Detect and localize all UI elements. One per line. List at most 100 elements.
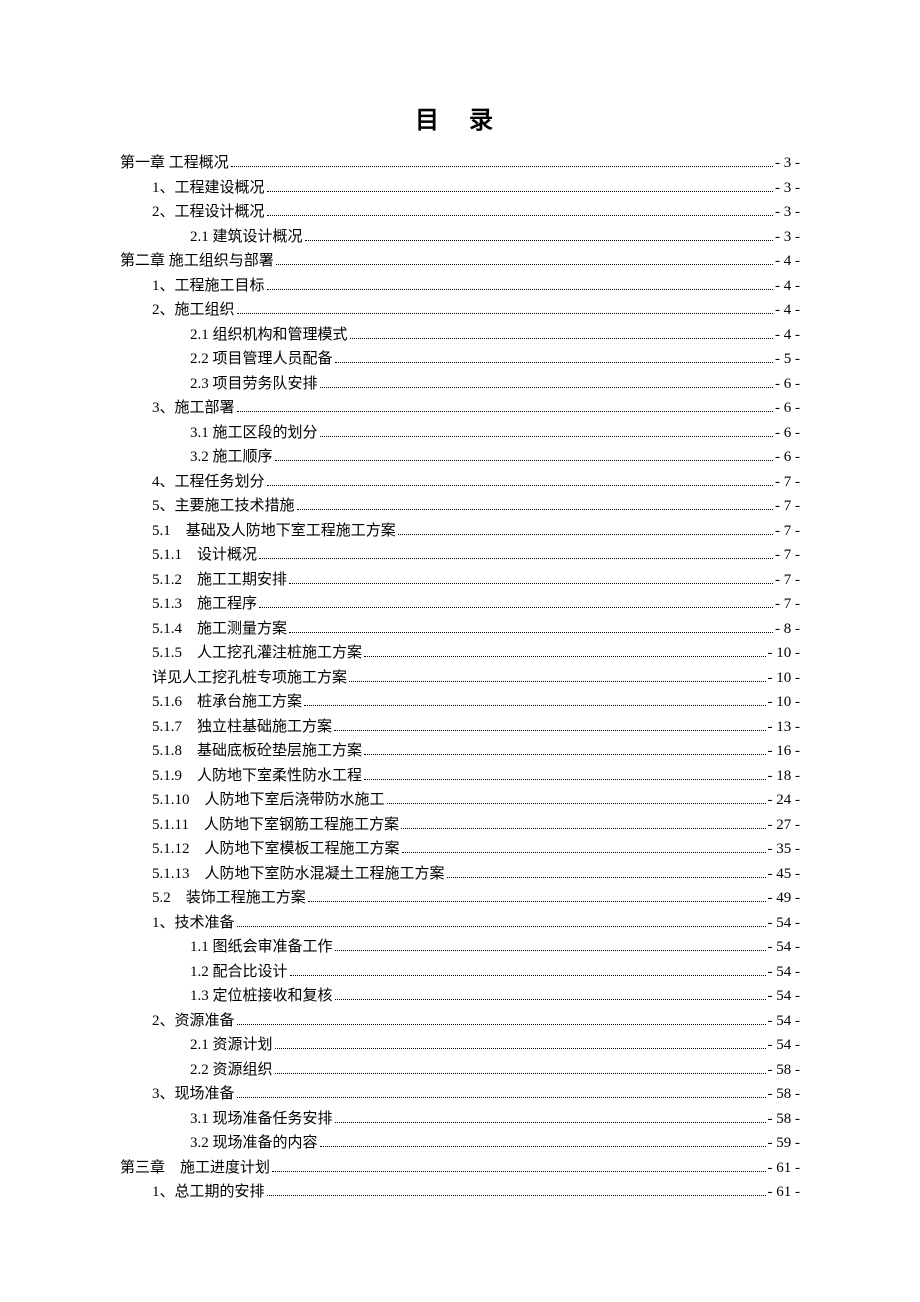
toc-entry[interactable]: 5.1.7 独立柱基础施工方案- 13 - [152,715,800,739]
toc-entry-label: 5.1.4 施工测量方案 [152,617,287,641]
toc-dots [275,460,773,461]
toc-entry[interactable]: 2.1 建筑设计概况- 3 - [190,225,800,249]
toc-dots [267,289,773,290]
toc-entry-page: - 54 - [768,1033,801,1057]
toc-entry-page: - 6 - [775,396,800,420]
toc-entry[interactable]: 1、工程施工目标- 4 - [152,274,800,298]
toc-entry[interactable]: 5.1 基础及人防地下室工程施工方案- 7 - [152,519,800,543]
toc-dots [259,607,773,608]
toc-entry-page: - 7 - [775,568,800,592]
toc-entry-page: - 6 - [775,445,800,469]
toc-entry[interactable]: 5.1.12 人防地下室模板工程施工方案- 35 - [152,837,800,861]
toc-entry[interactable]: 1.2 配合比设计- 54 - [190,960,800,984]
toc-dots [401,828,766,829]
toc-entry[interactable]: 5.1.8 基础底板砼垫层施工方案- 16 - [152,739,800,763]
toc-entry[interactable]: 1、工程建设概况- 3 - [152,176,800,200]
toc-dots [364,779,765,780]
toc-dots [237,926,766,927]
toc-entry-label: 1、技术准备 [152,911,235,935]
toc-entry[interactable]: 4、工程任务划分 - 7 - [152,470,800,494]
toc-entry[interactable]: 第三章 施工进度计划- 61 - [120,1156,800,1180]
toc-dots [350,338,773,339]
toc-entry[interactable]: 3.1 施工区段的划分- 6 - [190,421,800,445]
toc-entry[interactable]: 2.2 资源组织- 58 - [190,1058,800,1082]
toc-entry[interactable]: 5、主要施工技术措施- 7 - [152,494,800,518]
toc-entry-page: - 61 - [768,1156,801,1180]
toc-entry[interactable]: 5.1.5 人工挖孔灌注桩施工方案- 10 - [152,641,800,665]
toc-entry[interactable]: 2.3 项目劳务队安排- 6 - [190,372,800,396]
toc-entry-label: 第二章 施工组织与部署 [120,249,274,273]
toc-container: 第一章 工程概况- 3 -1、工程建设概况- 3 -2、工程设计概况- 3 -2… [120,151,800,1204]
toc-entry[interactable]: 5.1.9 人防地下室柔性防水工程- 18 - [152,764,800,788]
toc-entry[interactable]: 详见人工挖孔桩专项施工方案- 10 - [152,666,800,690]
toc-entry-label: 5.2 装饰工程施工方案 [152,886,306,910]
toc-entry[interactable]: 2.2 项目管理人员配备- 5 - [190,347,800,371]
toc-entry-label: 4、工程任务划分 [152,470,265,494]
toc-entry-label: 5.1.3 施工程序 [152,592,257,616]
toc-entry-label: 5.1.12 人防地下室模板工程施工方案 [152,837,400,861]
toc-entry-label: 2.1 组织机构和管理模式 [190,323,348,347]
toc-entry-label: 2.3 项目劳务队安排 [190,372,318,396]
toc-entry-page: - 54 - [768,935,801,959]
toc-entry-label: 5.1.11 人防地下室钢筋工程施工方案 [152,813,399,837]
toc-entry-label: 5、主要施工技术措施 [152,494,295,518]
toc-entry[interactable]: 5.1.2 施工工期安排 - 7 - [152,568,800,592]
toc-entry[interactable]: 3、施工部署- 6 - [152,396,800,420]
toc-dots [276,264,773,265]
toc-entry[interactable]: 3.2 现场准备的内容- 59 - [190,1131,800,1155]
toc-entry-label: 1、总工期的安排 [152,1180,265,1204]
toc-dots [289,632,773,633]
toc-entry[interactable]: 3.2 施工顺序- 6 - [190,445,800,469]
toc-entry-label: 5.1.2 施工工期安排 [152,568,287,592]
toc-entry[interactable]: 2.1 资源计划 - 54 - [190,1033,800,1057]
toc-entry[interactable]: 1、技术准备- 54 - [152,911,800,935]
toc-entry[interactable]: 5.1.3 施工程序 - 7 - [152,592,800,616]
toc-dots [259,558,773,559]
toc-entry[interactable]: 2、工程设计概况- 3 - [152,200,800,224]
toc-entry[interactable]: 3、现场准备- 58 - [152,1082,800,1106]
toc-dots [334,730,765,731]
toc-entry-page: - 7 - [775,470,800,494]
toc-entry[interactable]: 3.1 现场准备任务安排- 58 - [190,1107,800,1131]
toc-dots [237,411,773,412]
toc-entry-page: - 54 - [768,1009,801,1033]
toc-entry[interactable]: 5.1.6 桩承台施工方案- 10 - [152,690,800,714]
toc-entry-label: 2.1 资源计划 [190,1033,273,1057]
toc-entry-label: 2、资源准备 [152,1009,235,1033]
toc-entry[interactable]: 2、资源准备 - 54 - [152,1009,800,1033]
toc-entry[interactable]: 5.1.4 施工测量方案- 8 - [152,617,800,641]
toc-dots [320,387,773,388]
toc-entry[interactable]: 1.1 图纸会审准备工作- 54 - [190,935,800,959]
toc-entry[interactable]: 5.2 装饰工程施工方案 - 49 - [152,886,800,910]
toc-dots [231,166,773,167]
toc-dots [320,436,773,437]
toc-entry[interactable]: 第二章 施工组织与部署- 4 - [120,249,800,273]
toc-entry[interactable]: 5.1.1 设计概况- 7 - [152,543,800,567]
toc-entry-label: 2.2 资源组织 [190,1058,273,1082]
toc-entry-page: - 7 - [775,592,800,616]
toc-entry[interactable]: 2、施工组织- 4 - [152,298,800,322]
toc-dots [275,1048,766,1049]
toc-dots [349,681,765,682]
toc-entry-label: 3.1 现场准备任务安排 [190,1107,333,1131]
toc-dots [335,999,766,1000]
toc-dots [289,583,773,584]
toc-entry-label: 5.1.6 桩承台施工方案 [152,690,302,714]
toc-entry[interactable]: 5.1.11 人防地下室钢筋工程施工方案- 27 - [152,813,800,837]
toc-entry[interactable]: 2.1 组织机构和管理模式- 4 - [190,323,800,347]
toc-dots [398,534,773,535]
toc-entry[interactable]: 1.3 定位桩接收和复核- 54 - [190,984,800,1008]
toc-entry[interactable]: 5.1.10 人防地下室后浇带防水施工- 24 - [152,788,800,812]
toc-entry[interactable]: 第一章 工程概况- 3 - [120,151,800,175]
toc-entry-page: - 49 - [768,886,801,910]
toc-dots [320,1146,766,1147]
toc-entry-page: - 18 - [768,764,801,788]
toc-entry[interactable]: 1、总工期的安排- 61 - [152,1180,800,1204]
toc-entry-label: 1、工程施工目标 [152,274,265,298]
toc-entry[interactable]: 5.1.13 人防地下室防水混凝土工程施工方案- 45 - [152,862,800,886]
toc-entry-page: - 3 - [775,200,800,224]
toc-dots [304,705,765,706]
toc-dots [272,1171,765,1172]
toc-entry-page: - 59 - [768,1131,801,1155]
toc-entry-label: 1、工程建设概况 [152,176,265,200]
